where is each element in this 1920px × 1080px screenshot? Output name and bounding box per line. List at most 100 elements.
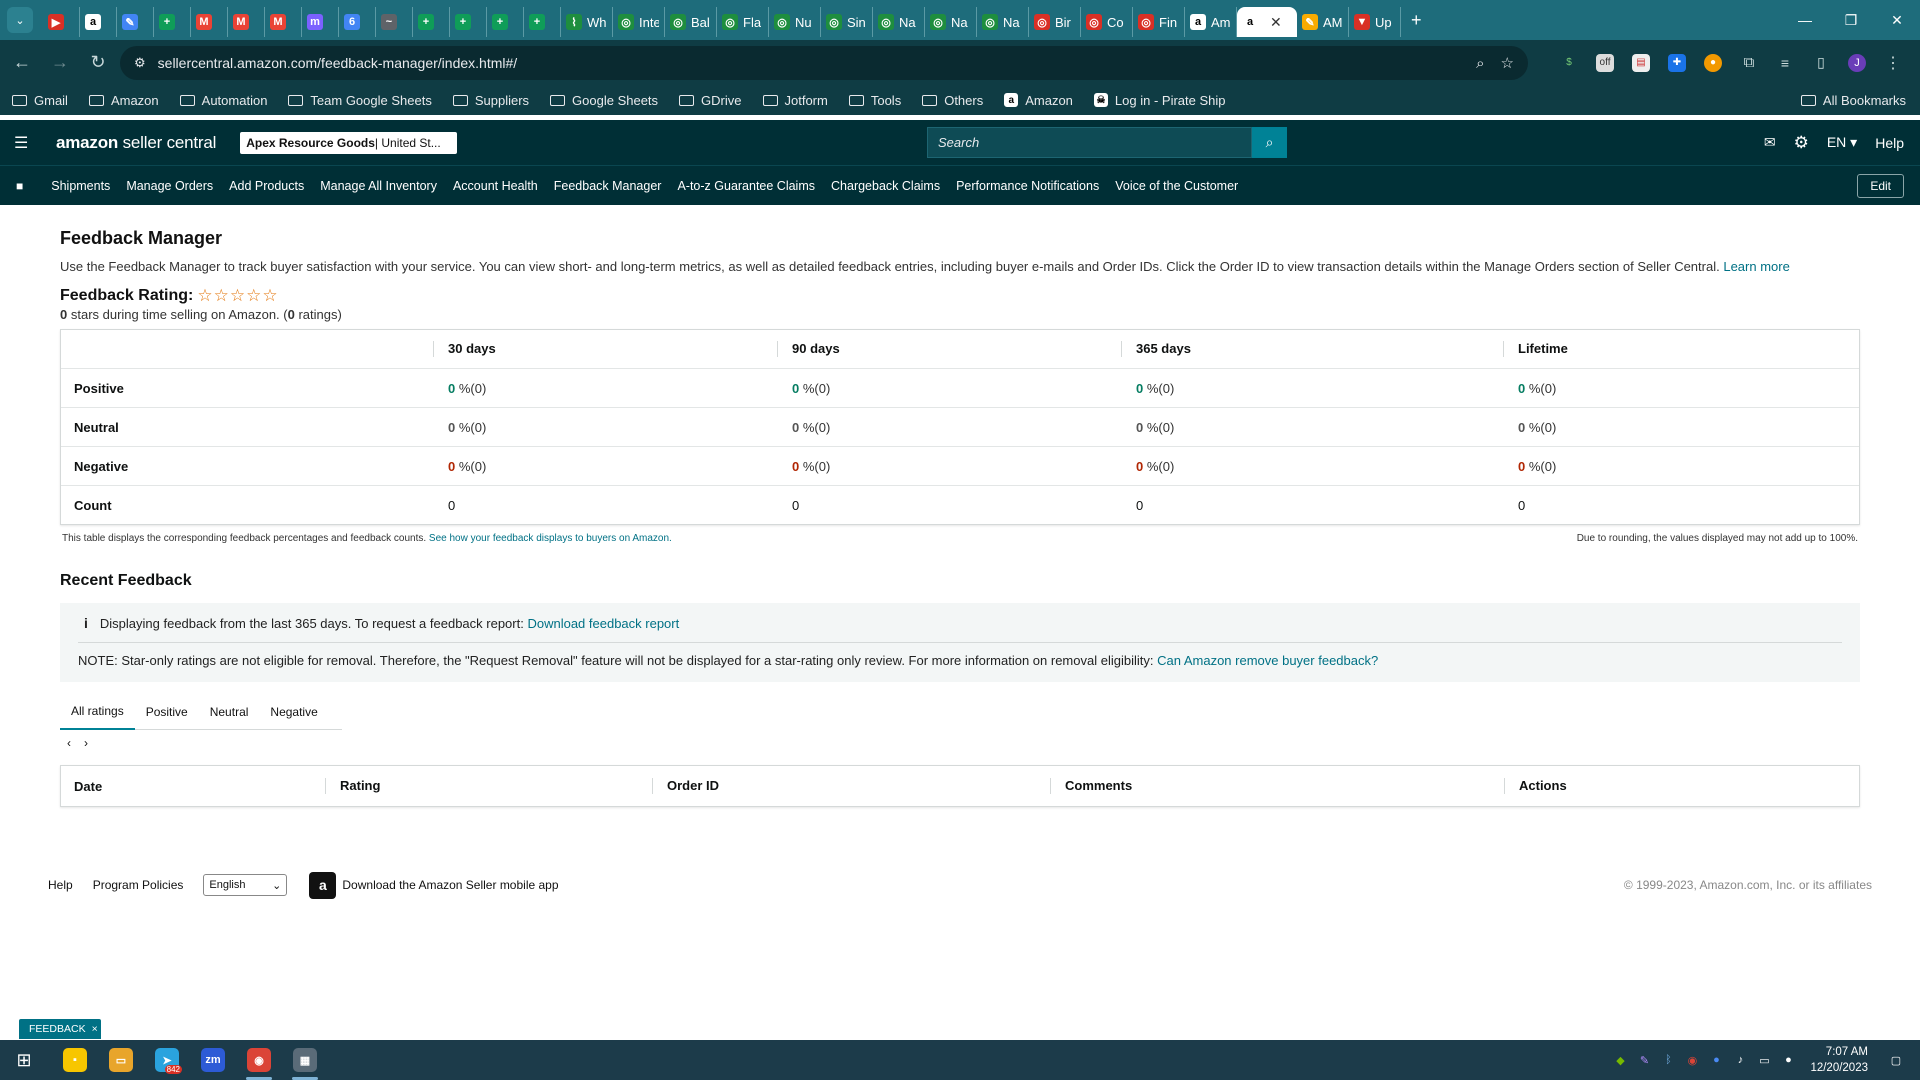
bookmark-folder[interactable]: Others	[922, 93, 983, 108]
browser-tab[interactable]: ~	[376, 7, 413, 37]
browser-tab[interactable]: +	[413, 7, 450, 37]
window-close-icon[interactable]: ✕	[1874, 0, 1920, 40]
tab-neutral[interactable]: Neutral	[199, 694, 260, 730]
nav-item[interactable]: Manage All Inventory	[320, 179, 437, 193]
extension-icon[interactable]: ●	[1704, 53, 1722, 72]
download-feedback-report-link[interactable]: Download feedback report	[527, 616, 679, 631]
amazon-app-icon[interactable]: a	[309, 871, 337, 899]
browser-menu-icon[interactable]: ⋮	[1884, 54, 1902, 72]
browser-tab[interactable]: ◎ Inte	[613, 7, 665, 37]
browser-tab[interactable]: ✎ AM	[1297, 7, 1349, 37]
bookmark-site[interactable]: a Amazon	[1004, 93, 1073, 108]
clock[interactable]: 7:07 AM 12/20/2023	[1810, 1044, 1868, 1076]
nav-item[interactable]: Performance Notifications	[956, 179, 1099, 193]
nav-item[interactable]: Account Health	[453, 179, 538, 193]
profile-avatar[interactable]: J	[1848, 53, 1866, 72]
bookmark-icon[interactable]: ■	[16, 179, 23, 193]
nav-item[interactable]: Chargeback Claims	[831, 179, 940, 193]
chevron-right-icon[interactable]: ›	[84, 736, 88, 750]
close-icon[interactable]: ×	[92, 1023, 98, 1035]
back-icon[interactable]: ←	[6, 47, 38, 79]
bookmark-folder[interactable]: Gmail	[12, 93, 68, 108]
new-tab-icon[interactable]: +	[1411, 10, 1422, 31]
browser-tab[interactable]: M	[191, 7, 228, 37]
browser-tab[interactable]: 6	[339, 7, 376, 37]
microphone-icon[interactable]: ●	[1778, 1050, 1798, 1070]
browser-tab[interactable]: ◎ Sin	[821, 7, 873, 37]
extension-off-icon[interactable]: off	[1596, 53, 1614, 72]
site-info-icon[interactable]: ⚙	[134, 55, 146, 71]
zoom-icon[interactable]: ⌕	[1476, 55, 1484, 72]
notifications-icon[interactable]: ▢	[1886, 1050, 1906, 1070]
browser-tab[interactable]: ✎	[117, 7, 154, 37]
browser-tab[interactable]: ◎ Na	[873, 7, 925, 37]
browser-tab[interactable]: ▼ Up	[1349, 7, 1401, 37]
nav-item[interactable]: Voice of the Customer	[1115, 179, 1238, 193]
restore-icon[interactable]: ❐	[1828, 0, 1874, 40]
extension-icon[interactable]: ▤	[1632, 53, 1650, 72]
nav-item[interactable]: Add Products	[229, 179, 304, 193]
edit-nav-button[interactable]: Edit	[1857, 174, 1904, 198]
amazon-seller-central-logo[interactable]: amazon seller central	[56, 133, 216, 153]
extension-icon[interactable]: ✚	[1668, 53, 1686, 72]
browser-tab[interactable]: +	[450, 7, 487, 37]
browser-tab[interactable]: +	[154, 7, 191, 37]
browser-tab[interactable]: +	[524, 7, 561, 37]
bookmark-folder[interactable]: GDrive	[679, 93, 742, 108]
reload-icon[interactable]: ↻	[82, 47, 114, 79]
browser-tab[interactable]: +	[487, 7, 524, 37]
search-button[interactable]: ⌕	[1252, 127, 1287, 158]
chrome-taskbar-button[interactable]: ◉	[236, 1040, 282, 1080]
learn-more-link[interactable]: Learn more	[1723, 259, 1789, 274]
all-bookmarks[interactable]: All Bookmarks	[1800, 93, 1906, 108]
zoom-tray-icon[interactable]: ●	[1706, 1050, 1726, 1070]
footer-help-link[interactable]: Help	[48, 878, 73, 892]
minimize-icon[interactable]: —	[1782, 0, 1828, 40]
browser-tab[interactable]: ⌇ Wh	[561, 7, 613, 37]
nav-item[interactable]: Shipments	[51, 179, 110, 193]
browser-tab[interactable]: ◎ Fin	[1133, 7, 1185, 37]
bookmark-folder[interactable]: Google Sheets	[550, 93, 658, 108]
language-selector[interactable]: EN ▾	[1827, 134, 1857, 151]
windows-start-icon[interactable]: ⊞	[0, 1040, 48, 1080]
hamburger-menu-icon[interactable]: ☰	[14, 133, 30, 153]
media-control-icon[interactable]: ≡	[1776, 54, 1794, 72]
search-input[interactable]: Search	[927, 127, 1252, 158]
account-switcher[interactable]: Apex Resource Goods | United St...	[240, 131, 458, 154]
forward-icon[interactable]: →	[44, 47, 76, 79]
browser-tab[interactable]: ◎ Bir	[1029, 7, 1081, 37]
program-policies-link[interactable]: Program Policies	[93, 878, 184, 892]
bookmark-star-icon[interactable]: ☆	[1501, 54, 1514, 72]
settings-gear-icon[interactable]: ⚙	[1794, 133, 1809, 153]
network-icon[interactable]: ▭	[1754, 1050, 1774, 1070]
browser-tab[interactable]: a	[80, 7, 117, 37]
zoom-taskbar-button[interactable]: zm	[190, 1040, 236, 1080]
mail-icon[interactable]: ✉	[1764, 134, 1776, 151]
calculator-taskbar-button[interactable]: ▦	[282, 1040, 328, 1080]
tab-search-icon[interactable]: ⌄	[7, 7, 33, 33]
file-explorer-taskbar-button[interactable]: ▭	[98, 1040, 144, 1080]
browser-tab[interactable]: ▶	[43, 7, 80, 37]
browser-tab[interactable]: a ✕	[1237, 7, 1297, 37]
bookmark-folder[interactable]: Tools	[848, 93, 901, 108]
tab-all-ratings[interactable]: All ratings	[60, 694, 135, 730]
chrome-tray-icon[interactable]: ◉	[1682, 1050, 1702, 1070]
nav-item[interactable]: Feedback Manager	[554, 179, 662, 193]
extension-icon[interactable]: $	[1560, 53, 1578, 72]
browser-tab[interactable]: M	[265, 7, 302, 37]
download-app-link[interactable]: Download the Amazon Seller mobile app	[342, 878, 558, 892]
browser-tab[interactable]: ◎ Nu	[769, 7, 821, 37]
tab-negative[interactable]: Negative	[259, 694, 328, 730]
volume-icon[interactable]: ♪	[1730, 1050, 1750, 1070]
puzzle-extensions-icon[interactable]: ⧉	[1740, 54, 1758, 72]
help-link[interactable]: Help	[1875, 135, 1904, 151]
url-text[interactable]: sellercentral.amazon.com/feedback-manage…	[158, 55, 518, 71]
feedback-tab[interactable]: FEEDBACK ×	[19, 1019, 101, 1039]
bookmark-folder[interactable]: Team Google Sheets	[288, 93, 432, 108]
browser-tab[interactable]: ◎ Na	[925, 7, 977, 37]
bookmark-folder[interactable]: Suppliers	[452, 93, 529, 108]
telegram-taskbar-button[interactable]: ➤ 842	[144, 1040, 190, 1080]
omnibox[interactable]: ⚙ sellercentral.amazon.com/feedback-mana…	[120, 46, 1528, 80]
browser-tab[interactable]: ◎ Na	[977, 7, 1029, 37]
bookmark-site[interactable]: ☠ Log in - Pirate Ship	[1093, 93, 1226, 108]
